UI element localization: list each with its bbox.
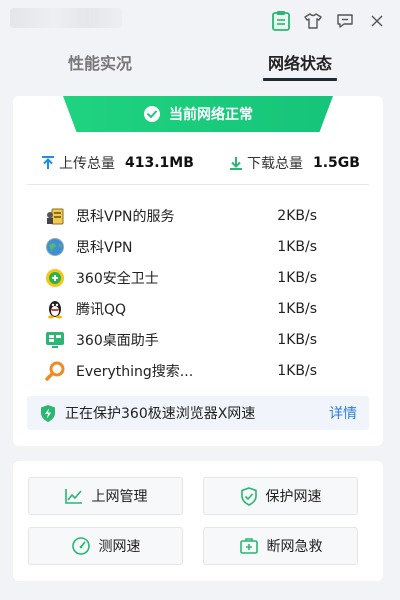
network-rescue-label: 断网急救 bbox=[266, 539, 323, 555]
list-item[interactable]: 思科VPN的服务 2KB/s bbox=[13, 200, 383, 231]
details-link[interactable]: 详情 bbox=[329, 403, 357, 423]
first-aid-kit-icon bbox=[239, 538, 258, 554]
tab-performance[interactable]: 性能实况 bbox=[0, 44, 200, 84]
clipboard-icon[interactable] bbox=[268, 8, 294, 34]
line-chart-icon bbox=[64, 489, 82, 504]
speed-test-label: 测网速 bbox=[98, 539, 141, 555]
network-status-card: 当前网络正常 上传总量 413.1MB 下载总量 1.5GB 思科VPN的服务 … bbox=[13, 96, 383, 446]
vpn-service-icon bbox=[44, 205, 66, 227]
divider bbox=[27, 184, 369, 185]
tab-network-status[interactable]: 网络状态 bbox=[200, 44, 400, 84]
process-name: Everything搜索... bbox=[76, 363, 194, 380]
blurred-app-logo bbox=[10, 8, 122, 28]
upload-value: 413.1MB bbox=[125, 155, 194, 171]
process-name: 腾讯QQ bbox=[76, 301, 127, 318]
upload-label: 上传总量 bbox=[59, 156, 115, 172]
protect-speed-button[interactable]: 保护网速 bbox=[203, 477, 358, 515]
download-total: 下载总量 1.5GB bbox=[229, 153, 360, 173]
vpn-globe-icon bbox=[44, 236, 66, 258]
title-bar bbox=[0, 0, 400, 40]
upload-total: 上传总量 413.1MB bbox=[41, 153, 194, 173]
internet-manage-label: 上网管理 bbox=[91, 489, 148, 505]
banner-text: 当前网络正常 bbox=[169, 107, 253, 123]
protection-status-text: 正在保护360极速浏览器X网速 bbox=[65, 406, 256, 422]
process-speed: 2KB/s bbox=[277, 207, 317, 224]
close-icon[interactable] bbox=[364, 8, 390, 34]
internet-manage-button[interactable]: 上网管理 bbox=[28, 477, 183, 515]
network-normal-banner: 当前网络正常 bbox=[63, 96, 333, 132]
process-speed: 1KB/s bbox=[277, 300, 317, 317]
traffic-totals: 上传总量 413.1MB 下载总量 1.5GB bbox=[13, 148, 383, 178]
check-circle-icon bbox=[144, 106, 160, 122]
process-name: 思科VPN的服务 bbox=[76, 208, 175, 225]
process-speed: 1KB/s bbox=[277, 362, 317, 379]
network-status-window: 性能实况 网络状态 当前网络正常 上传总量 413.1MB 下载总量 1.5GB… bbox=[0, 0, 400, 600]
list-item[interactable]: 360桌面助手 1KB/s bbox=[13, 324, 383, 355]
tab-bar: 性能实况 网络状态 bbox=[0, 44, 400, 84]
download-label: 下载总量 bbox=[247, 156, 303, 172]
download-arrow-icon bbox=[230, 157, 242, 170]
download-value: 1.5GB bbox=[313, 155, 360, 171]
speed-test-button[interactable]: 测网速 bbox=[28, 527, 183, 565]
process-name: 360安全卫士 bbox=[76, 270, 159, 287]
process-name: 思科VPN bbox=[76, 239, 133, 256]
speedometer-icon bbox=[71, 537, 90, 555]
desktop-assistant-icon bbox=[44, 329, 66, 351]
process-list: 思科VPN的服务 2KB/s 思科VPN 1KB/s 360安全卫士 1KB/s… bbox=[13, 200, 383, 386]
everything-search-icon bbox=[44, 360, 66, 382]
shield-lightning-icon bbox=[39, 404, 57, 427]
protect-speed-label: 保护网速 bbox=[265, 489, 322, 505]
list-item[interactable]: 腾讯QQ 1KB/s bbox=[13, 293, 383, 324]
list-item[interactable]: 思科VPN 1KB/s bbox=[13, 231, 383, 262]
process-speed: 1KB/s bbox=[277, 238, 317, 255]
process-name: 360桌面助手 bbox=[76, 332, 159, 349]
feedback-icon[interactable] bbox=[332, 8, 358, 34]
list-item[interactable]: 360安全卫士 1KB/s bbox=[13, 262, 383, 293]
process-speed: 1KB/s bbox=[277, 269, 317, 286]
360-security-icon bbox=[44, 267, 66, 289]
browser-protection-bar: 正在保护360极速浏览器X网速 详情 bbox=[27, 396, 369, 430]
action-buttons-card: 上网管理 保护网速 测网速 断网急救 bbox=[13, 461, 383, 581]
qq-penguin-icon bbox=[44, 298, 66, 320]
shield-check-icon bbox=[240, 486, 257, 506]
process-speed: 1KB/s bbox=[277, 331, 317, 348]
network-rescue-button[interactable]: 断网急救 bbox=[203, 527, 358, 565]
title-bar-actions bbox=[268, 8, 390, 34]
shirt-icon[interactable] bbox=[300, 8, 326, 34]
upload-arrow-icon bbox=[42, 156, 54, 169]
list-item[interactable]: Everything搜索... 1KB/s bbox=[13, 355, 383, 386]
